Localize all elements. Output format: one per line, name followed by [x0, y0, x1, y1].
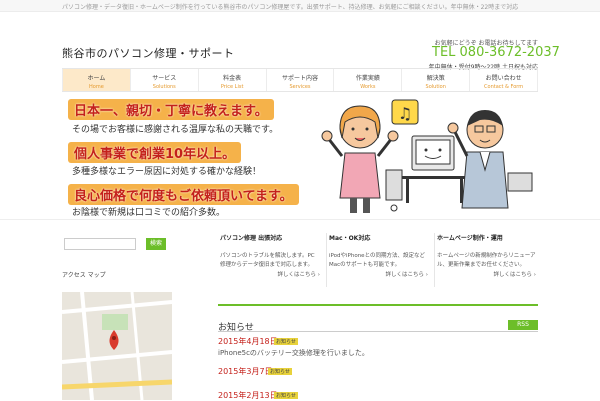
nav-sublabel: Price List: [220, 84, 244, 90]
post-date: 2015年3月7日: [218, 367, 273, 376]
global-nav: ホーム Home サービス Solutions 料金表 Price List サポート…: [62, 68, 539, 92]
nav-label: サポート内容: [282, 75, 319, 82]
hero-banner: 日本一、親切・丁寧に教えます。 その場でお客様に感謝される温厚な私の天職です。 …: [0, 94, 600, 220]
divider: [218, 304, 538, 306]
nav-label: 料金表: [223, 75, 242, 82]
nav-solutions[interactable]: サービス Solutions: [131, 69, 199, 91]
nav-price-list[interactable]: 料金表 Price List: [199, 69, 267, 91]
nav-label: お問い合わせ: [485, 75, 522, 82]
post-date: 2015年4月18日: [218, 337, 278, 346]
read-more-link[interactable]: 詳しくはこちら ›: [327, 270, 428, 278]
nav-contact[interactable]: お問い合わせ Contact & Form: [470, 69, 539, 91]
post-category-badge: お知らせ: [274, 392, 298, 399]
feature-column-3: ホームページ制作・運用 ホームページの新規制作からリニューアル、更新作業までお任…: [434, 233, 538, 287]
news-divider: [218, 331, 538, 332]
site-header: 熊谷市のパソコン修理・サポート お気軽にどうぞ お電話お待ちしてます TEL 0…: [0, 12, 600, 71]
feature-body: パソコンのトラブルを解決します。PC修理からデータ復旧まで対応します。: [220, 253, 315, 268]
feature-body: iPodやiPhoneとの同期方法、設定などMacのサポートも可能です。: [329, 253, 426, 268]
map-graphic: [62, 292, 172, 400]
topbar-tagline: パソコン修理・データ復旧・ホームページ制作を行っている熊谷市のパソコン修理屋です…: [0, 0, 600, 12]
search-input[interactable]: [64, 238, 136, 250]
access-map[interactable]: [62, 292, 172, 400]
svg-text:♫: ♫: [398, 104, 412, 123]
computer-illustration: [385, 135, 470, 212]
banner-headline-1: 日本一、親切・丁寧に教えます。: [68, 99, 274, 120]
music-note-bubble: ♫: [391, 99, 419, 125]
nav-sublabel: Contact & Form: [484, 84, 524, 90]
read-more-link[interactable]: 詳しくはこちら ›: [435, 270, 536, 278]
search-button[interactable]: 検索: [146, 238, 166, 250]
read-more-link[interactable]: 詳しくはこちら ›: [218, 270, 320, 278]
feature-title[interactable]: ホームページ制作・運用: [437, 233, 538, 242]
nav-works[interactable]: 作業実績 Works: [334, 69, 403, 91]
nav-sublabel: Works: [360, 84, 376, 90]
banner-illustration: ♫: [321, 99, 533, 213]
site-title[interactable]: 熊谷市のパソコン修理・サポート: [62, 45, 235, 61]
banner-text-1: その場でお客様に感謝される温厚な私の天職です。: [72, 125, 279, 135]
banner-text-2: 多種多様なエラー原因に対処する確かな経験！: [72, 167, 262, 177]
nav-label: 作業実績: [355, 75, 380, 82]
phone-number[interactable]: TEL 080-3672-2037: [432, 45, 560, 60]
nav-label: サービス: [152, 75, 177, 82]
nav-label: 解決策: [426, 75, 445, 82]
banner-headline-2: 個人事業で創業10年以上。: [68, 142, 242, 163]
post-category-badge: お知らせ: [268, 368, 292, 375]
nav-sublabel: Services: [289, 84, 311, 90]
sidebar-heading: アクセス マップ: [62, 272, 106, 279]
feature-column-2: Mac・OK対応 iPodやiPhoneとの同期方法、設定などMacのサポートも…: [326, 233, 430, 287]
nav-services[interactable]: サポート内容 Services: [267, 69, 335, 91]
post-title[interactable]: iPhone5cのバッテリー交換修理を行いました。: [218, 348, 369, 358]
nav-label: ホーム: [87, 75, 106, 82]
feature-column-1: パソコン修理 出張対応 パソコンのトラブルを解決します。PC修理からデータ復旧ま…: [218, 233, 322, 287]
nav-home[interactable]: ホーム Home: [62, 69, 131, 91]
nav-sublabel: Solutions: [152, 84, 176, 90]
rss-button[interactable]: RSS: [508, 320, 538, 330]
nav-sublabel: Solution: [425, 84, 446, 90]
feature-title[interactable]: パソコン修理 出張対応: [220, 233, 322, 242]
nav-solution[interactable]: 解決策 Solution: [402, 69, 471, 91]
banner-text-3: お陰様で新規は口コミでの紹介多数。: [72, 208, 226, 218]
post-category-badge: お知らせ: [274, 338, 298, 345]
post-date: 2015年2月13日: [218, 391, 278, 400]
banner-headline-3: 良心価格で何度もご依頼頂いてます。: [68, 184, 299, 205]
feature-body: ホームページの新規制作からリニューアル、更新作業までお任せください。: [437, 253, 536, 268]
nav-sublabel: Home: [89, 84, 104, 90]
feature-title[interactable]: Mac・OK対応: [329, 233, 430, 242]
